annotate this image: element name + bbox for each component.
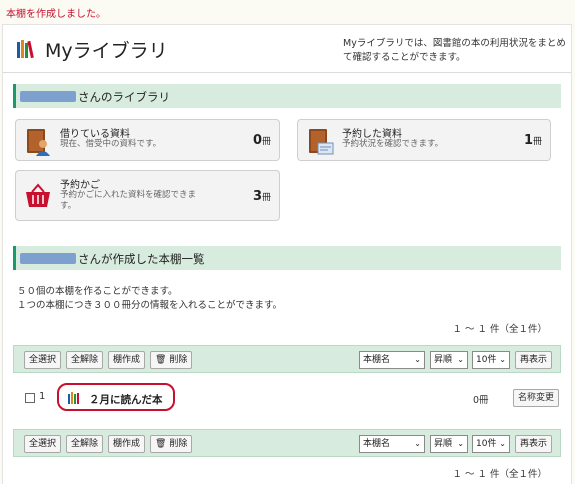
- redacted-username: [20, 91, 76, 102]
- borrowed-subtitle: 現在、借受中の資料です。: [60, 139, 162, 149]
- shelf-limit-info: ５０個の本棚を作ることができます。: [17, 286, 178, 297]
- sort-field-select[interactable]: 本棚名 ⌄: [359, 435, 425, 453]
- success-notice: 本棚を作成しました。: [6, 9, 106, 20]
- bookshelf-icon: [17, 40, 34, 58]
- chevron-down-icon: ⌄: [457, 439, 464, 448]
- trash-icon: 🗑: [155, 355, 167, 365]
- trash-icon: 🗑: [155, 439, 167, 449]
- page-description: Myライブラリでは、図書館の本の利用状況をまとめて確認することができます。: [343, 38, 566, 63]
- select-all-button[interactable]: 全選択: [24, 351, 62, 369]
- sort-order-select[interactable]: 昇順 ⌄: [430, 435, 468, 453]
- chevron-down-icon: ⌄: [414, 355, 421, 364]
- create-shelf-button[interactable]: 棚作成: [108, 351, 146, 369]
- redisplay-button[interactable]: 再表示: [515, 435, 553, 453]
- chevron-down-icon: ⌄: [499, 439, 506, 448]
- cart-subtitle: 予約かごに入れた資料を確認できます。: [60, 190, 197, 211]
- create-shelf-button[interactable]: 棚作成: [108, 435, 146, 453]
- page-title: Myライブラリ: [45, 40, 168, 62]
- redacted-username: [20, 253, 76, 264]
- per-page-select[interactable]: 10件 ⌄: [472, 435, 510, 453]
- book-limit-info: １つの本棚につき３００冊分の情報を入れることができます。: [17, 300, 283, 311]
- shelf-checkbox[interactable]: [25, 393, 35, 403]
- borrowed-card[interactable]: 借りている資料 現在、借受中の資料です。 0冊: [15, 119, 280, 161]
- shelf-toolbar-top: 全選択 全解除 棚作成 🗑 削除 本棚名 ⌄ 昇順 ⌄ 10件 ⌄ 再表示: [13, 345, 561, 373]
- pager-top: １ ～ １ 件（全１件）: [452, 324, 547, 335]
- sort-order-select[interactable]: 昇順 ⌄: [430, 351, 468, 369]
- sort-field-select[interactable]: 本棚名 ⌄: [359, 351, 425, 369]
- shelf-row: 1 ２月に読んだ本 0冊 名称変更: [13, 381, 561, 421]
- chevron-down-icon: ⌄: [457, 355, 464, 364]
- shelf-section-header: さんが作成した本棚一覧: [13, 246, 561, 270]
- page-header: Myライブラリ Myライブラリでは、図書館の本の利用状況をまとめて確認することが…: [3, 25, 571, 73]
- library-section-header: さんのライブラリ: [13, 84, 561, 108]
- shelf-number: 1: [39, 391, 46, 402]
- cart-card[interactable]: 予約かご 予約かごに入れた資料を確認できます。 3冊: [15, 170, 280, 221]
- library-section-title: さんのライブラリ: [78, 90, 170, 104]
- shelf-section-title: さんが作成した本棚一覧: [78, 252, 205, 266]
- rename-button[interactable]: 名称変更: [513, 389, 560, 407]
- borrowed-title: 借りている資料: [60, 129, 130, 140]
- deselect-all-button[interactable]: 全解除: [66, 351, 104, 369]
- reserved-subtitle: 予約状況を確認できます。: [342, 139, 444, 149]
- shelf-book-count: 0冊: [473, 395, 489, 406]
- book-card-icon: [309, 129, 334, 155]
- shelf-toolbar-bottom: 全選択 全解除 棚作成 🗑 削除 本棚名 ⌄ 昇順 ⌄ 10件 ⌄ 再表示: [13, 429, 561, 457]
- select-all-button[interactable]: 全選択: [24, 435, 62, 453]
- deselect-all-button[interactable]: 全解除: [66, 435, 104, 453]
- shelf-name-link[interactable]: ２月に読んだ本: [89, 392, 163, 407]
- my-library-panel: Myライブラリ Myライブラリでは、図書館の本の利用状況をまとめて確認することが…: [2, 24, 572, 484]
- reserved-title: 予約した資料: [342, 129, 402, 140]
- delete-button[interactable]: 🗑 削除: [150, 435, 193, 453]
- delete-button[interactable]: 🗑 削除: [150, 351, 193, 369]
- shelf-highlight: ２月に読んだ本: [57, 383, 175, 411]
- borrowed-count: 0冊: [252, 133, 271, 148]
- basket-icon: [26, 183, 50, 207]
- redisplay-button[interactable]: 再表示: [515, 351, 553, 369]
- per-page-select[interactable]: 10件 ⌄: [472, 351, 510, 369]
- chevron-down-icon: ⌄: [414, 439, 421, 448]
- cart-count: 3冊: [252, 189, 271, 204]
- chevron-down-icon: ⌄: [499, 355, 506, 364]
- cart-title: 予約かご: [60, 180, 100, 191]
- book-user-icon: [27, 129, 50, 156]
- bookshelf-icon: [68, 392, 79, 404]
- pager-bottom: １ ～ １ 件（全１件）: [452, 469, 547, 480]
- reserved-card[interactable]: 予約した資料 予約状況を確認できます。 1冊: [297, 119, 551, 161]
- reserved-count: 1冊: [523, 133, 542, 148]
